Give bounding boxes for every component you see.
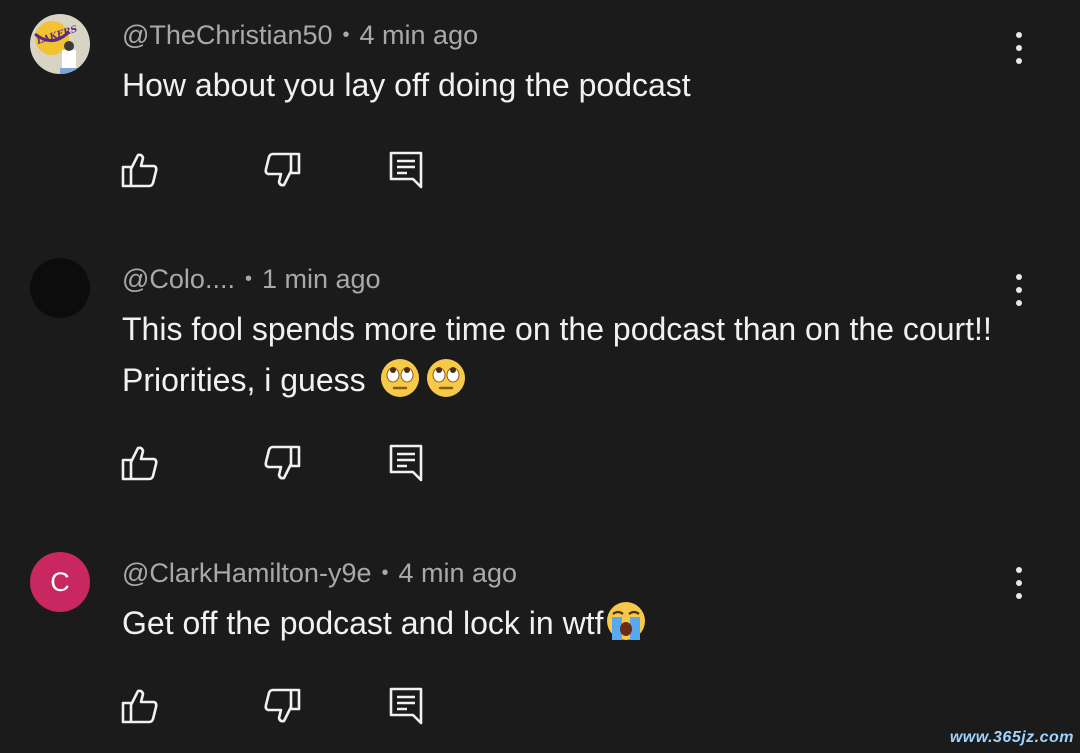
more-dot: [1016, 300, 1022, 306]
avatar[interactable]: C: [30, 552, 90, 612]
comment-text: How about you lay off doing the podcast: [122, 60, 1022, 111]
more-options-button[interactable]: [1008, 563, 1030, 603]
comment-text: This fool spends more time on the podcas…: [122, 304, 1012, 406]
avatar[interactable]: [30, 258, 90, 318]
more-dot: [1016, 58, 1022, 64]
more-dot: [1016, 45, 1022, 51]
lakers-avatar-image: LAKERS: [30, 14, 90, 74]
comment-timestamp: 1 min ago: [261, 264, 381, 294]
more-dot: [1016, 287, 1022, 293]
thumbs-up-icon: [121, 446, 158, 481]
comment-author[interactable]: @ClarkHamilton-y9e: [122, 558, 371, 588]
comment-timestamp: 4 min ago: [398, 558, 518, 588]
thumbs-up-icon: [121, 689, 158, 724]
loudly-crying-face-icon: [607, 602, 646, 640]
more-options-button[interactable]: [1008, 28, 1030, 68]
thumbs-up-icon: [121, 153, 158, 188]
thumbs-down-icon: [264, 688, 301, 723]
comment-author[interactable]: @Colo....: [122, 264, 235, 294]
more-dot: [1016, 593, 1022, 599]
thumbs-down-icon: [264, 152, 301, 187]
comment-timestamp: 4 min ago: [359, 20, 479, 50]
meta-separator: •: [381, 562, 389, 584]
meta-separator: •: [342, 24, 350, 46]
reply-button[interactable]: [386, 686, 426, 726]
comment-body: Get off the podcast and lock in wtf: [122, 605, 604, 641]
dislike-button[interactable]: [262, 150, 302, 190]
reply-icon: [389, 444, 423, 482]
thumbs-down-icon: [264, 445, 301, 480]
more-dot: [1016, 567, 1022, 573]
comment-body: This fool spends more time on the podcas…: [122, 311, 992, 398]
comment-meta: @TheChristian50 • 4 min ago: [122, 18, 478, 52]
more-dot: [1016, 274, 1022, 280]
comment-text: Get off the podcast and lock in wtf: [122, 598, 1022, 649]
meta-separator: •: [244, 268, 252, 290]
dislike-button[interactable]: [262, 443, 302, 483]
reply-icon: [389, 687, 423, 725]
reply-icon: [389, 151, 423, 189]
like-button[interactable]: [120, 686, 160, 726]
like-button[interactable]: [120, 150, 160, 190]
face-with-rolling-eyes-icon: [380, 359, 419, 397]
watermark: www.365jz.com: [949, 729, 1074, 746]
reply-button[interactable]: [386, 150, 426, 190]
comment-meta: @ClarkHamilton-y9e • 4 min ago: [122, 556, 517, 590]
more-dot: [1016, 580, 1022, 586]
dislike-button[interactable]: [262, 686, 302, 726]
comment-author[interactable]: @TheChristian50: [122, 20, 333, 50]
face-with-rolling-eyes-icon: [426, 359, 465, 397]
avatar-initial: C: [50, 566, 70, 597]
more-options-button[interactable]: [1008, 270, 1030, 310]
comment-body: How about you lay off doing the podcast: [122, 67, 691, 103]
like-button[interactable]: [120, 443, 160, 483]
more-dot: [1016, 32, 1022, 38]
comment-meta: @Colo.... • 1 min ago: [122, 262, 381, 296]
avatar[interactable]: LAKERS: [30, 14, 90, 74]
reply-button[interactable]: [386, 443, 426, 483]
